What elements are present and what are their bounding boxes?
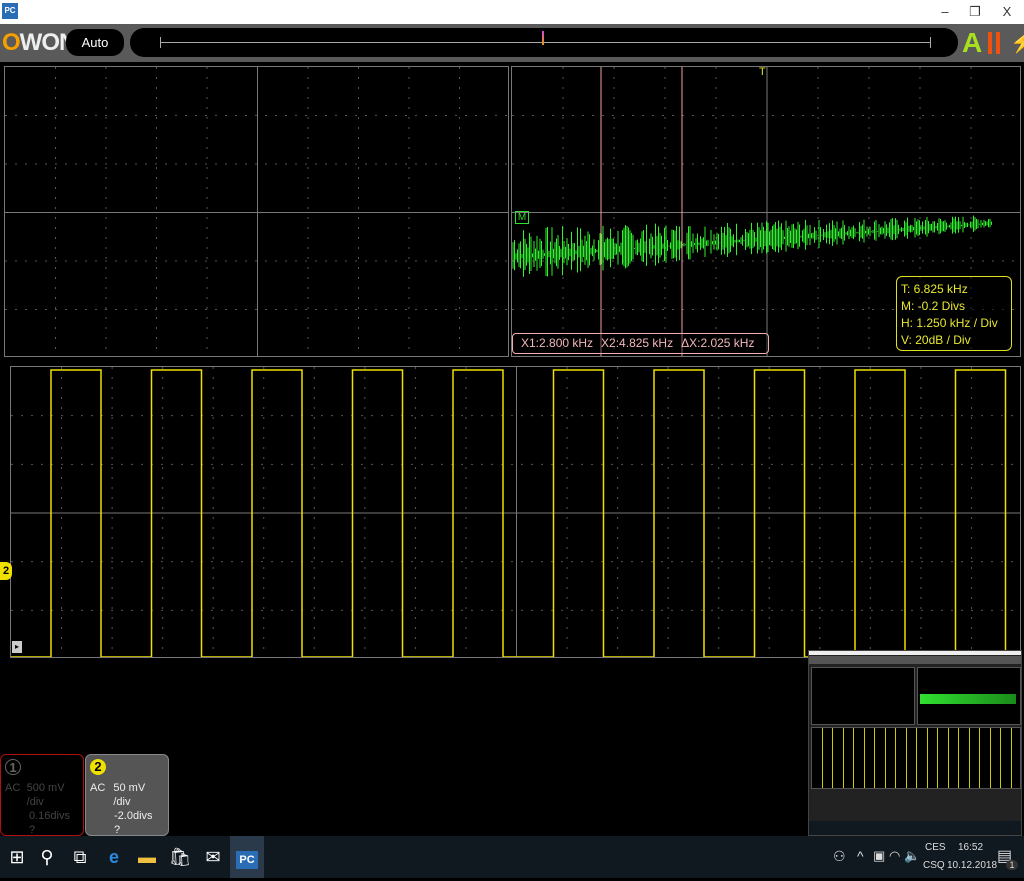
notification-count: 1	[1006, 860, 1018, 870]
ch1-coupling: AC	[5, 782, 21, 794]
ch2-scale: 50 mV /div	[113, 782, 146, 808]
fft-offset: M: -0.2 Divs	[901, 299, 966, 313]
timeline-left-end	[160, 37, 161, 48]
pause-icon[interactable]	[988, 32, 1000, 54]
cursor-readout: X1:2.800 kHz X2:4.825 kHz ΔX:2.025 kHz	[512, 333, 769, 354]
pc-oscilloscope-app-icon[interactable]: PC	[230, 836, 264, 878]
show-hidden-icons[interactable]: ^	[857, 848, 864, 864]
fft-horizontal-scale: H: 1.250 kHz / Div	[901, 316, 998, 330]
language-top[interactable]: CES	[925, 842, 946, 853]
windows-taskbar: ⊞ ⚲ ⧉ e ▬ 🛍 ✉ PC ⚇ ^ ▣ ◠ 🔈 CES CSQ 16:52…	[0, 836, 1024, 878]
toolbar: OWON Auto A ⚡	[0, 24, 1024, 62]
time-domain-pane-top	[4, 66, 509, 357]
ch2-probe: ?	[114, 824, 121, 836]
task-view-icon[interactable]: ⧉	[63, 836, 97, 878]
trigger-position-marker[interactable]	[542, 31, 544, 45]
fft-info-box: T: 6.825 kHz M: -0.2 Divs H: 1.250 kHz /…	[896, 276, 1012, 351]
title-bar: PC – ❐ X	[0, 0, 1024, 24]
close-button[interactable]: X	[992, 2, 1022, 22]
ch2-offset: -2.0divs	[114, 810, 153, 822]
ch2-coupling: AC	[90, 782, 106, 794]
channel-2-number: 2	[90, 759, 106, 775]
timeline-track	[160, 42, 930, 43]
lightning-icon[interactable]: ⚡	[1010, 30, 1024, 55]
channel-1-box[interactable]: 1 AC 500 mV /div 0.16divs ?	[0, 754, 84, 836]
cursor-delta: ΔX:2.025 kHz	[681, 336, 755, 350]
timeline-right-end	[930, 37, 931, 48]
fft-vertical-scale: V: 20dB / Div	[901, 333, 971, 347]
maximize-button[interactable]: ❐	[960, 2, 990, 22]
cursor-x2: X2:4.825 kHz	[601, 336, 674, 350]
channel-2-level-marker[interactable]: 2	[0, 562, 12, 580]
battery-icon[interactable]: ▣	[873, 848, 885, 864]
trigger-marker[interactable]: ▸	[12, 641, 22, 653]
wifi-icon[interactable]: ◠	[889, 848, 900, 864]
timebase-position-bar[interactable]	[130, 28, 958, 57]
ch1-probe: ?	[29, 824, 36, 836]
clock-date[interactable]: 10.12.2018	[947, 860, 997, 871]
cursor-x1: X1:2.800 kHz	[521, 336, 594, 350]
search-icon[interactable]: ⚲	[30, 836, 64, 878]
windows-start-icon[interactable]: ⊞	[0, 836, 34, 878]
language-bottom[interactable]: CSQ	[923, 860, 945, 871]
ch1-scale: 500 mV /div	[26, 782, 65, 808]
edge-icon[interactable]: e	[97, 836, 131, 878]
volume-icon[interactable]: 🔈	[904, 848, 920, 864]
fft-trigger-freq: T: 6.825 kHz	[901, 282, 968, 296]
ch1-offset: 0.16divs	[29, 810, 70, 822]
file-explorer-icon[interactable]: ▬	[130, 836, 164, 878]
minimize-button[interactable]: –	[930, 2, 960, 22]
channel-1-number: 1	[5, 759, 21, 775]
app-icon: PC	[2, 3, 18, 19]
channel-2-box[interactable]: 2 AC 50 mV /div -2.0divs ?	[85, 754, 169, 836]
clock-time[interactable]: 16:52	[958, 842, 983, 853]
store-icon[interactable]: 🛍	[163, 836, 197, 878]
mail-icon[interactable]: ✉	[196, 836, 230, 878]
people-icon[interactable]: ⚇	[833, 848, 846, 865]
fft-trigger-marker[interactable]: T	[759, 66, 766, 78]
auto-button[interactable]: Auto	[66, 29, 124, 56]
owon-logo: OWON	[2, 29, 76, 56]
auto-run-indicator[interactable]: A	[962, 27, 982, 59]
main-waveform-pane	[10, 366, 1021, 658]
screen-thumbnail-preview[interactable]	[808, 650, 1022, 836]
fft-math-marker[interactable]: M	[515, 211, 529, 224]
